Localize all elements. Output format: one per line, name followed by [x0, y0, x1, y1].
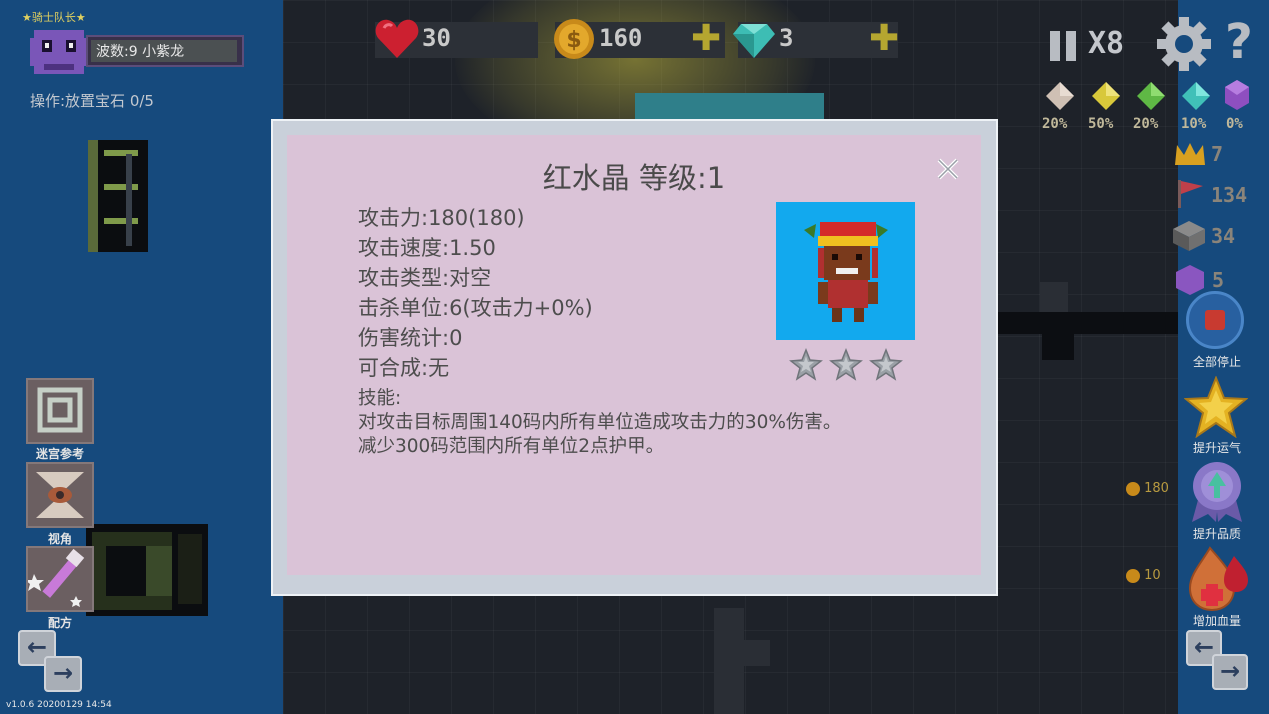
gem-odds-cyan: 10%: [1181, 116, 1207, 132]
maze-wall: [1042, 334, 1074, 360]
unit-portrait: [776, 202, 915, 340]
quality-cost-value: 180: [1144, 481, 1169, 496]
health-label: 增加血量: [1192, 614, 1241, 628]
gem-white-icon: [1046, 82, 1074, 110]
maze-tile: [744, 640, 770, 666]
gem-odds-purple: 0%: [1226, 116, 1243, 132]
gem-green-icon: [1137, 82, 1165, 110]
stop-all-label: 全部停止: [1192, 355, 1241, 369]
pause-icon[interactable]: [1048, 31, 1080, 61]
stat-attack: 攻击力:180(180): [358, 206, 525, 230]
health-potion-icon[interactable]: [1184, 544, 1248, 612]
purple-dragon-icon: [30, 30, 88, 74]
stop-icon: [1205, 310, 1225, 330]
version-text: v1.0.6 20200129 14:54: [6, 700, 112, 710]
wave-panel: 波数:9 小紫龙: [86, 35, 244, 67]
flag-count: 134: [1211, 183, 1248, 207]
maze-icon: [37, 387, 83, 433]
quality-cost: 180: [1126, 481, 1169, 496]
health-value: 30: [422, 24, 451, 52]
add-gold-button[interactable]: ✚: [691, 21, 721, 57]
stop-all-button[interactable]: [1186, 291, 1244, 349]
tower-block-graphic: [88, 140, 148, 252]
add-gem-button[interactable]: ✚: [869, 21, 899, 57]
left-next-arrow-button[interactable]: →: [44, 656, 82, 692]
maze-reference-button[interactable]: [26, 378, 94, 444]
crown-icon: [1175, 143, 1205, 165]
stone-block-icon: [1173, 221, 1205, 251]
recipe-button[interactable]: [25, 546, 94, 612]
next-arrow-button[interactable]: →: [1212, 654, 1248, 690]
operation-text: 操作:放置宝石 0/5: [30, 92, 154, 110]
gem-purple-icon: [1225, 80, 1249, 110]
maze-tile: [714, 608, 744, 714]
gem-value: 3: [779, 24, 794, 52]
crown-count: 7: [1211, 142, 1224, 166]
eye-icon: [36, 472, 84, 518]
gem-odds-white: 20%: [1042, 116, 1068, 132]
close-icon[interactable]: [935, 156, 961, 182]
stat-damage-total: 伤害统计:0: [358, 326, 463, 350]
svg-text:$: $: [566, 28, 581, 53]
speed-button[interactable]: X8: [1088, 26, 1124, 61]
gem-cyan-icon: [1182, 82, 1210, 110]
quality-medal-icon[interactable]: [1188, 460, 1246, 524]
gold-coin-icon: $: [554, 19, 594, 59]
help-icon[interactable]: ?: [1225, 14, 1253, 70]
stat-craftable: 可合成:无: [358, 356, 450, 380]
heart-icon: [375, 19, 419, 58]
stat-kills: 击杀单位:6(攻击力+0%): [358, 296, 593, 320]
skill-line-2: 减少300码范围内所有单位2点护甲。: [358, 436, 665, 457]
quality-label: 提升品质: [1192, 527, 1241, 541]
stone-count: 34: [1211, 224, 1236, 248]
gold-value: 160: [599, 24, 643, 52]
gear-icon[interactable]: [1157, 17, 1211, 71]
star-icon: [789, 348, 823, 381]
gem-yellow-icon: [1092, 82, 1120, 110]
flag-icon: [1178, 180, 1203, 208]
skill-label: 技能:: [358, 388, 402, 409]
health-cost: 10: [1126, 568, 1161, 583]
player-title: ★骑士队长★: [22, 11, 86, 24]
purple-crystal-icon: [1176, 265, 1204, 295]
maze-tile: [1040, 282, 1068, 312]
maze-reference-label: 迷宫参考: [35, 447, 84, 461]
star-icon: [869, 348, 903, 381]
luck-label: 提升运气: [1192, 441, 1241, 455]
highlight-tile: [635, 93, 824, 121]
diamond-icon: [733, 24, 775, 58]
stat-attack-type: 攻击类型:对空: [358, 266, 492, 290]
skill-line-1: 对攻击目标周围140码内所有单位造成攻击力的30%伤害。: [358, 412, 842, 433]
health-cost-value: 10: [1144, 568, 1161, 583]
dropper-icon: [25, 548, 85, 607]
purple-count: 5: [1212, 268, 1225, 292]
star-icon: [829, 348, 863, 381]
stat-attack-speed: 攻击速度:1.50: [358, 236, 496, 260]
gem-odds-green: 20%: [1133, 116, 1159, 132]
wave-text: 波数:9 小紫龙: [96, 44, 185, 60]
reindeer-character-icon: [804, 222, 888, 322]
recipe-label: 配方: [47, 616, 72, 630]
gem-odds-yellow: 50%: [1088, 116, 1114, 132]
view-label: 视角: [47, 532, 72, 546]
maze-wall: [998, 312, 1178, 334]
tower-block-graphic: [86, 524, 208, 616]
dialog-title: 红水晶 等级:1: [542, 161, 726, 195]
view-button[interactable]: [26, 462, 94, 528]
luck-star-icon[interactable]: [1184, 376, 1248, 438]
